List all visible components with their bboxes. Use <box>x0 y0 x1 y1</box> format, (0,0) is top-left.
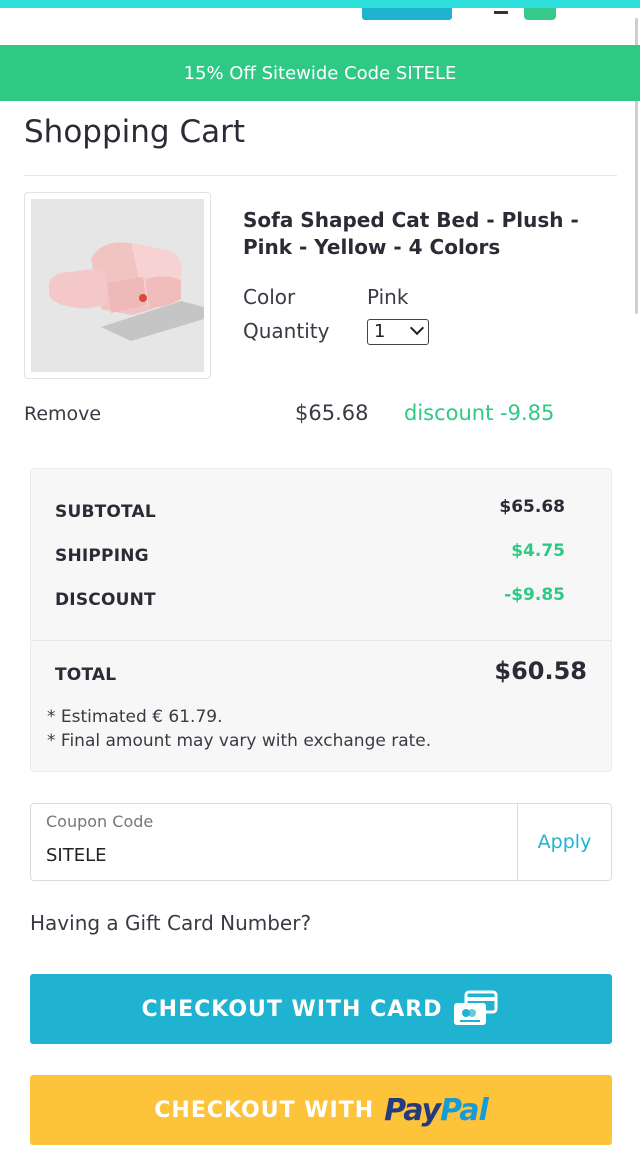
top-accent-bar <box>0 0 640 8</box>
discount-label: DISCOUNT <box>55 590 156 610</box>
gift-card-link[interactable]: Having a Gift Card Number? <box>30 911 311 935</box>
product-image <box>31 199 204 372</box>
account-icon[interactable] <box>494 8 508 14</box>
checkout-paypal-button[interactable]: CHECKOUT WITH PayPal <box>30 1075 612 1145</box>
promo-banner: 15% Off Sitewide Code SITELE <box>0 45 640 101</box>
color-label: Color <box>243 285 296 309</box>
credit-card-icon <box>452 989 500 1029</box>
page-title: Shopping Cart <box>24 114 245 150</box>
checkout-paypal-label: CHECKOUT WITH <box>154 1097 375 1123</box>
item-price: $65.68 <box>295 401 369 425</box>
product-title[interactable]: Sofa Shaped Cat Bed - Plush - Pink - Yel… <box>243 207 603 261</box>
chevron-down-icon <box>409 320 425 336</box>
discount-value: -$9.85 <box>504 585 565 605</box>
checkout-card-button[interactable]: CHECKOUT WITH CARD <box>30 974 612 1044</box>
exchange-rate-note: * Final amount may vary with exchange ra… <box>47 731 432 751</box>
coupon-label: Coupon Code <box>46 812 154 831</box>
quantity-value: 1 <box>374 321 386 342</box>
subtotal-value: $65.68 <box>499 497 565 517</box>
paypal-logo-pal: Pal <box>440 1092 489 1128</box>
order-summary: SUBTOTAL $65.68 SHIPPING $4.75 DISCOUNT … <box>30 468 612 772</box>
site-header <box>0 8 640 45</box>
total-label: TOTAL <box>55 665 117 685</box>
cart-badge[interactable] <box>524 8 556 20</box>
remove-link[interactable]: Remove <box>24 403 101 425</box>
item-discount: discount -9.85 <box>404 401 555 425</box>
title-divider <box>24 175 617 176</box>
promo-text: 15% Off Sitewide Code SITELE <box>183 62 457 84</box>
color-value: Pink <box>367 285 409 309</box>
total-value: $60.58 <box>494 657 587 685</box>
header-button[interactable] <box>362 8 452 20</box>
subtotal-label: SUBTOTAL <box>55 502 156 522</box>
estimate-note: * Estimated € 61.79. <box>47 707 223 727</box>
summary-divider <box>31 640 611 641</box>
coupon-input[interactable] <box>46 842 506 868</box>
paypal-logo: PayPal <box>384 1092 489 1128</box>
paypal-logo-pay: Pay <box>384 1092 441 1128</box>
quantity-label: Quantity <box>243 319 330 343</box>
shipping-label: SHIPPING <box>55 546 149 566</box>
checkout-card-label: CHECKOUT WITH CARD <box>141 996 443 1022</box>
apply-coupon-button[interactable]: Apply <box>518 804 611 880</box>
product-thumbnail[interactable] <box>24 192 211 379</box>
coupon-box: Coupon Code Apply <box>30 803 612 881</box>
quantity-select[interactable]: 1 <box>367 319 429 345</box>
shipping-value: $4.75 <box>511 541 565 561</box>
